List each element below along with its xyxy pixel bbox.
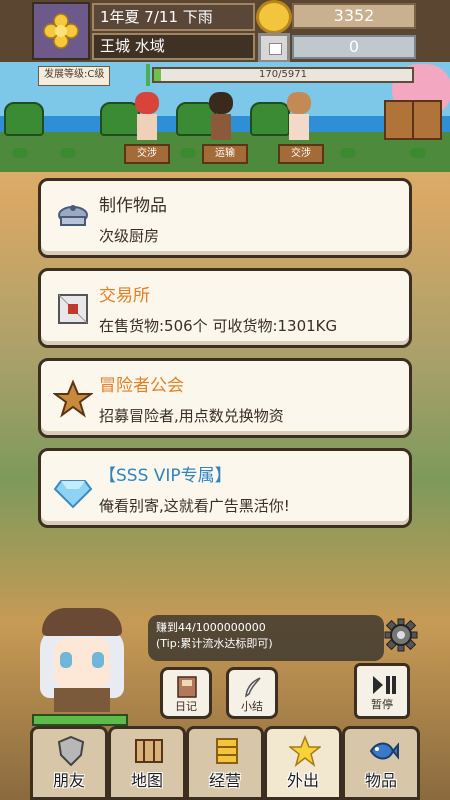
nav-label: 地图 [130,771,163,790]
exchange-card[interactable]: 交易所 在售货物:506个 可收货物:1301KG [38,268,412,348]
fence [384,100,414,140]
card-title: 制作物品 [99,196,167,216]
adventurer-guild-card[interactable]: 冒险者公会 招募冒险者,用点数兑换物资 [38,358,412,438]
customer-brown-hair[interactable] [284,92,314,142]
settings-gear-icon[interactable] [384,618,418,652]
exp-bar-fill [154,69,162,81]
fish-icon [369,742,399,760]
avatar-eye [92,652,104,668]
nav-business[interactable]: 经营 [186,726,264,800]
development-rank: 发展等级:C级 [38,66,111,86]
craft-items-card[interactable]: 制作物品 次级厨房 [38,178,412,258]
bowl-icon [58,205,88,226]
customer-red-hair[interactable] [132,92,162,142]
leaf-decor [12,148,28,158]
silver-coin-icon [258,33,290,63]
coin-stack-icon [216,738,238,764]
silver-amount: 0 [292,35,416,59]
negotiate-button-1[interactable]: 交涉 [124,144,170,164]
diamond-icon [53,480,93,509]
exp-bar: 170/5971 [152,67,414,83]
avatar-hat [42,608,122,636]
map-icon [135,739,163,763]
gold-amount: 3352 [292,3,416,29]
leaf-decor [340,148,356,158]
pause-button[interactable]: 暂停 [354,663,410,719]
diary-label: 日记 [175,700,197,713]
card-subtitle: 次级厨房 [99,227,160,245]
leaf-decor [410,148,426,158]
crate-icon [58,294,88,324]
bottom-nav: 朋友 地图 经营 外出 物品 [26,726,450,800]
diary-button[interactable]: 日记 [160,667,212,719]
card-title: 【SSS VIP专属】 [99,466,232,486]
exp-text: 170/5971 [259,69,307,80]
nav-map[interactable]: 地图 [108,726,186,800]
location-label: 王城 水域 [92,33,255,60]
card-subtitle: 招募冒险者,用点数兑换物资 [99,407,284,425]
nav-friends[interactable]: 朋友 [30,726,108,800]
avatar-body [54,688,110,712]
nav-items[interactable]: 物品 [342,726,420,800]
exp-marker [146,64,150,86]
top-header: 1年夏 7/11 下雨 王城 水域 3352 0 [0,0,450,63]
player-stamina-bar [32,714,128,726]
pause-label: 暂停 [371,698,393,711]
nav-go-out[interactable]: 外出 [264,726,342,800]
star-icon [53,379,93,418]
summary-label: 小结 [241,700,263,713]
bush [4,102,44,136]
flower-icon [43,13,79,49]
star-icon [289,735,321,767]
gold-coin-icon [256,0,292,34]
notebook-icon [177,676,197,698]
card-title: 冒险者公会 [99,376,184,396]
card-subtitle: 俺看别寄,这就看广告黑活你! [99,497,290,515]
avatar-eye [60,652,72,668]
negotiate-button-2[interactable]: 交涉 [278,144,324,164]
leaf-decor [60,148,76,158]
play-pause-icon [373,676,396,694]
nav-label: 外出 [286,771,319,790]
summary-button[interactable]: 小结 [226,667,278,719]
nav-label: 经营 [208,771,241,790]
card-subtitle: 在售货物:506个 可收货物:1301KG [99,317,338,335]
earnings-tip-bubble: 赚到44/1000000000 (Tip:累计流水达标即可) [148,615,384,661]
transport-button[interactable]: 运输 [202,144,248,164]
card-title: 交易所 [99,286,150,306]
shop-scene: 交涉 运输 交涉 发展等级:C级 170/5971 [0,62,450,172]
quill-icon [245,677,261,698]
leaf-decor [180,148,196,158]
nav-label: 朋友 [52,771,85,790]
player-avatar[interactable] [36,608,128,712]
shield-icon [57,735,85,767]
nav-label: 物品 [364,771,397,790]
season-flower-icon[interactable] [32,2,90,60]
earnings-progress: 赚到44/1000000000 [156,621,266,634]
earnings-tip: (Tip:累计流水达标即可) [156,637,273,650]
shop-worker[interactable] [206,92,236,142]
vip-card[interactable]: 【SSS VIP专属】 俺看别寄,这就看广告黑活你! [38,448,412,528]
date-weather-label: 1年夏 7/11 下雨 [92,3,255,31]
fence [412,100,442,140]
